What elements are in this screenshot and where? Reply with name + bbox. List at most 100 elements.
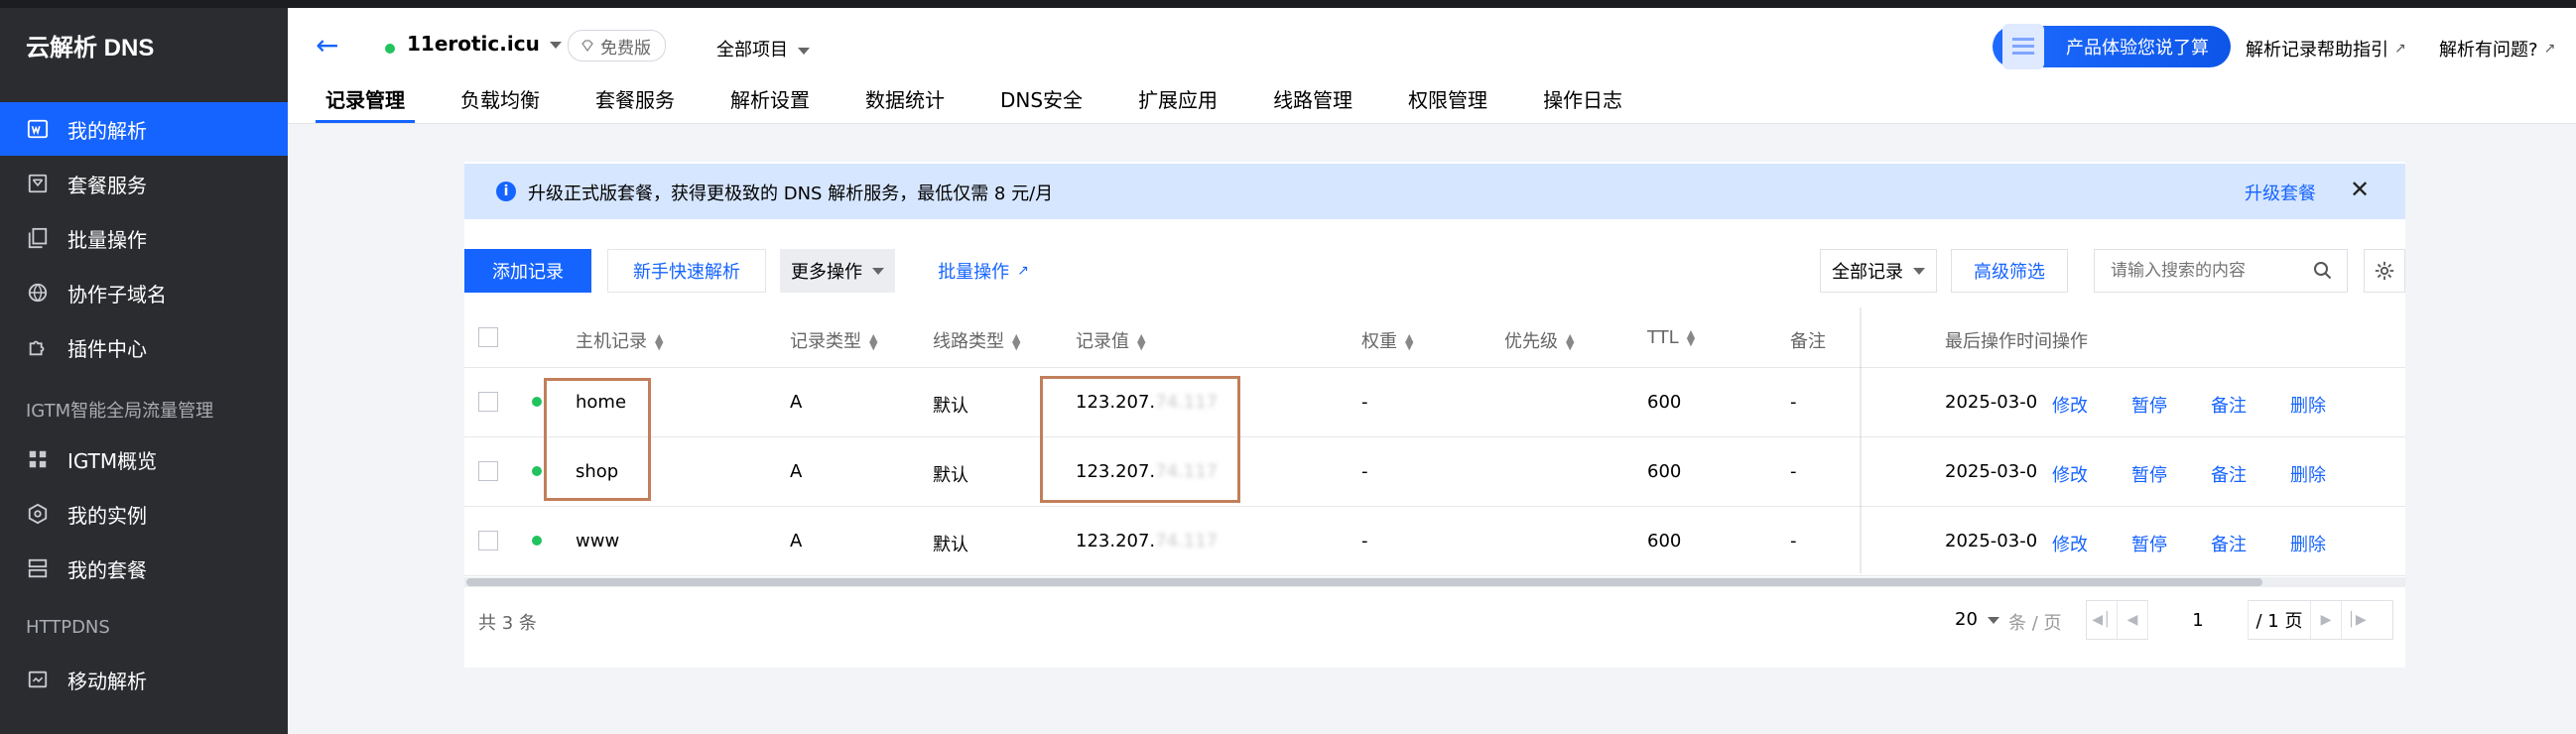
quick-setup-button[interactable]: 新手快速解析 [607,249,766,293]
cell-weight: - [1361,392,1368,413]
fixed-column-divider [1860,307,1862,573]
sidebar-item-batch[interactable]: 批量操作 [0,211,288,265]
col-ttl[interactable]: TTL ▲ ▼ [1647,327,1695,348]
sidebar-item-my-dns[interactable]: 我的解析 [0,102,288,156]
col-line[interactable]: 线路类型 ▲ ▼ [933,327,1020,353]
tab-records[interactable]: 记录管理 [316,89,415,123]
upgrade-alert: i 升级正式版套餐，获得更极致的 DNS 解析服务，最低仅需 8 元/月 升级套… [464,164,2405,219]
status-dot [532,536,542,546]
header: ← 11erotic.icu 免费版 全部项目 产品体验您说了算 解析记录帮助指… [288,8,2576,124]
package-icon [26,172,50,195]
tab-bar: 记录管理 负载均衡 套餐服务 解析设置 数据统计 DNS安全 扩展应用 线路管理… [316,89,1668,123]
chevron-down-icon [1913,267,1925,275]
table-row: shop A 默认 123.207.74.117 - 600 - 2025-03… [464,437,2405,507]
tab-extensions[interactable]: 扩展应用 [1128,89,1227,123]
plugin-icon [26,335,50,359]
cell-time: 2025-03-07 [1945,461,2036,482]
sidebar-item-subdomain[interactable]: 协作子域名 [0,266,288,319]
prev-page-icon[interactable]: ◀ [2118,601,2148,639]
sidebar-item-my-instances[interactable]: 我的实例 [0,487,288,541]
tab-statistics[interactable]: 数据统计 [855,89,955,123]
row-checkbox[interactable] [478,392,498,412]
advanced-filter-button[interactable]: 高级筛选 [1951,249,2068,293]
sidebar-item-mobile-dns[interactable]: 移动解析 [0,653,288,706]
highlight-box-host [544,378,651,501]
delete-link[interactable]: 删除 [2290,461,2326,487]
column-settings-button[interactable] [2364,249,2405,293]
tab-logs[interactable]: 操作日志 [1533,89,1632,123]
col-priority[interactable]: 优先级 ▲ ▼ [1504,327,1574,353]
tab-package[interactable]: 套餐服务 [585,89,685,123]
cell-ttl: 600 [1647,531,1682,551]
more-actions-button[interactable]: 更多操作 [780,249,895,293]
back-arrow-icon[interactable]: ← [316,32,343,60]
col-weight[interactable]: 权重 ▲ ▼ [1361,327,1413,353]
page-size-select[interactable]: 20 [1955,609,1999,630]
sidebar-item-package[interactable]: 套餐服务 [0,157,288,210]
search-icon[interactable] [2313,261,2333,281]
add-record-button[interactable]: 添加记录 [464,249,591,293]
record-filter-select[interactable]: 全部记录 [1820,249,1937,293]
help-question-link[interactable]: 解析有问题? ↗ [2439,36,2555,61]
domain-icon [26,117,50,141]
remark-link[interactable]: 备注 [2211,461,2247,487]
plan-badge-label: 免费版 [600,38,651,59]
cell-ttl: 600 [1647,461,1682,482]
instance-icon [26,502,50,526]
sidebar-item-igtm-overview[interactable]: IGTM概览 [0,432,288,486]
edit-link[interactable]: 修改 [2052,392,2088,418]
select-all-checkbox[interactable] [478,327,498,347]
domain-selector[interactable]: 11erotic.icu [407,32,562,56]
tab-load-balance[interactable]: 负载均衡 [451,89,550,123]
sidebar-item-label: 插件中心 [67,336,147,361]
horizontal-scrollbar-thumb[interactable] [466,578,2262,586]
delete-link[interactable]: 删除 [2290,392,2326,418]
mobile-icon [26,668,50,691]
next-page-icon[interactable]: ▶ [2310,601,2341,639]
col-weight-label: 权重 [1361,331,1397,352]
page-number-input[interactable] [2148,600,2249,640]
sidebar-item-label: 批量操作 [67,227,147,252]
diamond-icon [581,40,593,53]
col-type[interactable]: 记录类型 ▲ ▼ [790,327,877,353]
table-row: www A 默认 123.207.74.117 - 600 - 2025-03-… [464,507,2405,576]
page-total: / 1 页 [2255,611,2303,632]
last-page-icon[interactable]: │▶ [2341,601,2372,639]
tab-permissions[interactable]: 权限管理 [1398,89,1497,123]
domain-status-dot [385,44,395,54]
remark-link[interactable]: 备注 [2211,392,2247,418]
remark-link[interactable]: 备注 [2211,531,2247,556]
col-host[interactable]: 主机记录 ▲ ▼ [576,327,663,353]
highlight-box-value [1040,376,1240,503]
col-value[interactable]: 记录值 ▲ ▼ [1076,327,1145,353]
close-icon[interactable]: ✕ [2350,176,2370,203]
project-selector[interactable]: 全部项目 [716,36,810,61]
upgrade-link[interactable]: 升级套餐 [2245,180,2316,205]
cell-remark: - [1790,461,1797,482]
sidebar-item-label: 我的解析 [67,118,147,143]
first-page-icon[interactable]: ◀│ [2087,601,2118,639]
sidebar-item-plugins[interactable]: 插件中心 [0,320,288,374]
help-guide-link[interactable]: 解析记录帮助指引 ↗ [2246,36,2406,61]
row-checkbox[interactable] [478,461,498,481]
cell-ttl: 600 [1647,392,1682,413]
cell-weight: - [1361,461,1368,482]
pause-link[interactable]: 暂停 [2131,461,2167,487]
pause-link[interactable]: 暂停 [2131,392,2167,418]
sidebar-item-my-plans[interactable]: 我的套餐 [0,542,288,595]
tab-lines[interactable]: 线路管理 [1263,89,1362,123]
delete-link[interactable]: 删除 [2290,531,2326,556]
chevron-down-icon [872,267,884,275]
plan-icon [26,556,50,580]
search-input[interactable] [2109,260,2301,282]
batch-operation-link[interactable]: 批量操作 ↗ [909,249,1058,293]
edit-link[interactable]: 修改 [2052,461,2088,487]
feedback-promo-button[interactable]: 产品体验您说了算 [1993,24,2231,69]
pause-link[interactable]: 暂停 [2131,531,2167,556]
tab-settings[interactable]: 解析设置 [720,89,820,123]
cell-line: 默认 [933,396,968,417]
col-priority-label: 优先级 [1504,331,1558,352]
tab-dns-security[interactable]: DNS安全 [990,89,1093,123]
row-checkbox[interactable] [478,531,498,550]
edit-link[interactable]: 修改 [2052,531,2088,556]
